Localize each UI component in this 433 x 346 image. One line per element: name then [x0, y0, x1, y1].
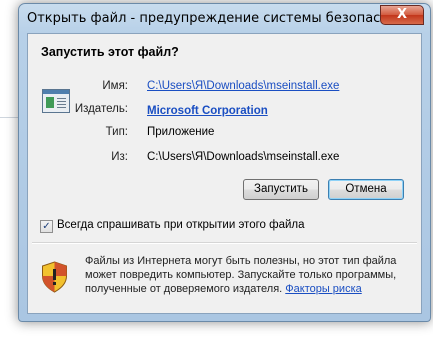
always-ask-label[interactable]: Всегда спрашивать при открытии этого фай…	[57, 219, 305, 231]
dialog-headline: Запустить этот файл?	[41, 45, 179, 59]
from-label: Из:	[111, 151, 128, 163]
window-title: Открыть файл - предупреждение системы бе…	[27, 11, 420, 26]
close-button[interactable]: X	[380, 5, 424, 25]
always-ask-checkbox[interactable]: ✓	[40, 220, 53, 233]
publisher-label: Издатель:	[74, 103, 128, 115]
publisher-link[interactable]: Microsoft Corporation	[147, 105, 268, 117]
warning-message: Файлы из Интернета могут быть полезны, н…	[85, 254, 417, 296]
title-bar[interactable]: Открыть файл - предупреждение системы бе…	[19, 4, 430, 32]
dialog-body: Запустить этот файл? Имя: C:\Users\Я\Dow…	[27, 33, 422, 314]
shield-warning-icon	[42, 261, 67, 293]
type-label: Тип:	[105, 126, 128, 138]
name-label: Имя:	[102, 80, 128, 92]
from-value: C:\Users\Я\Downloads\mseinstall.exe	[147, 151, 340, 163]
type-value: Приложение	[147, 126, 215, 138]
cancel-button[interactable]: Отмена	[328, 179, 404, 200]
run-button[interactable]: Запустить	[243, 179, 319, 200]
background-divider	[0, 117, 20, 118]
risk-factors-link[interactable]: Факторы риска	[285, 283, 361, 295]
security-warning-dialog: Открыть файл - предупреждение системы бе…	[18, 3, 431, 322]
name-link[interactable]: C:\Users\Я\Downloads\mseinstall.exe	[147, 80, 339, 92]
separator	[32, 242, 417, 244]
